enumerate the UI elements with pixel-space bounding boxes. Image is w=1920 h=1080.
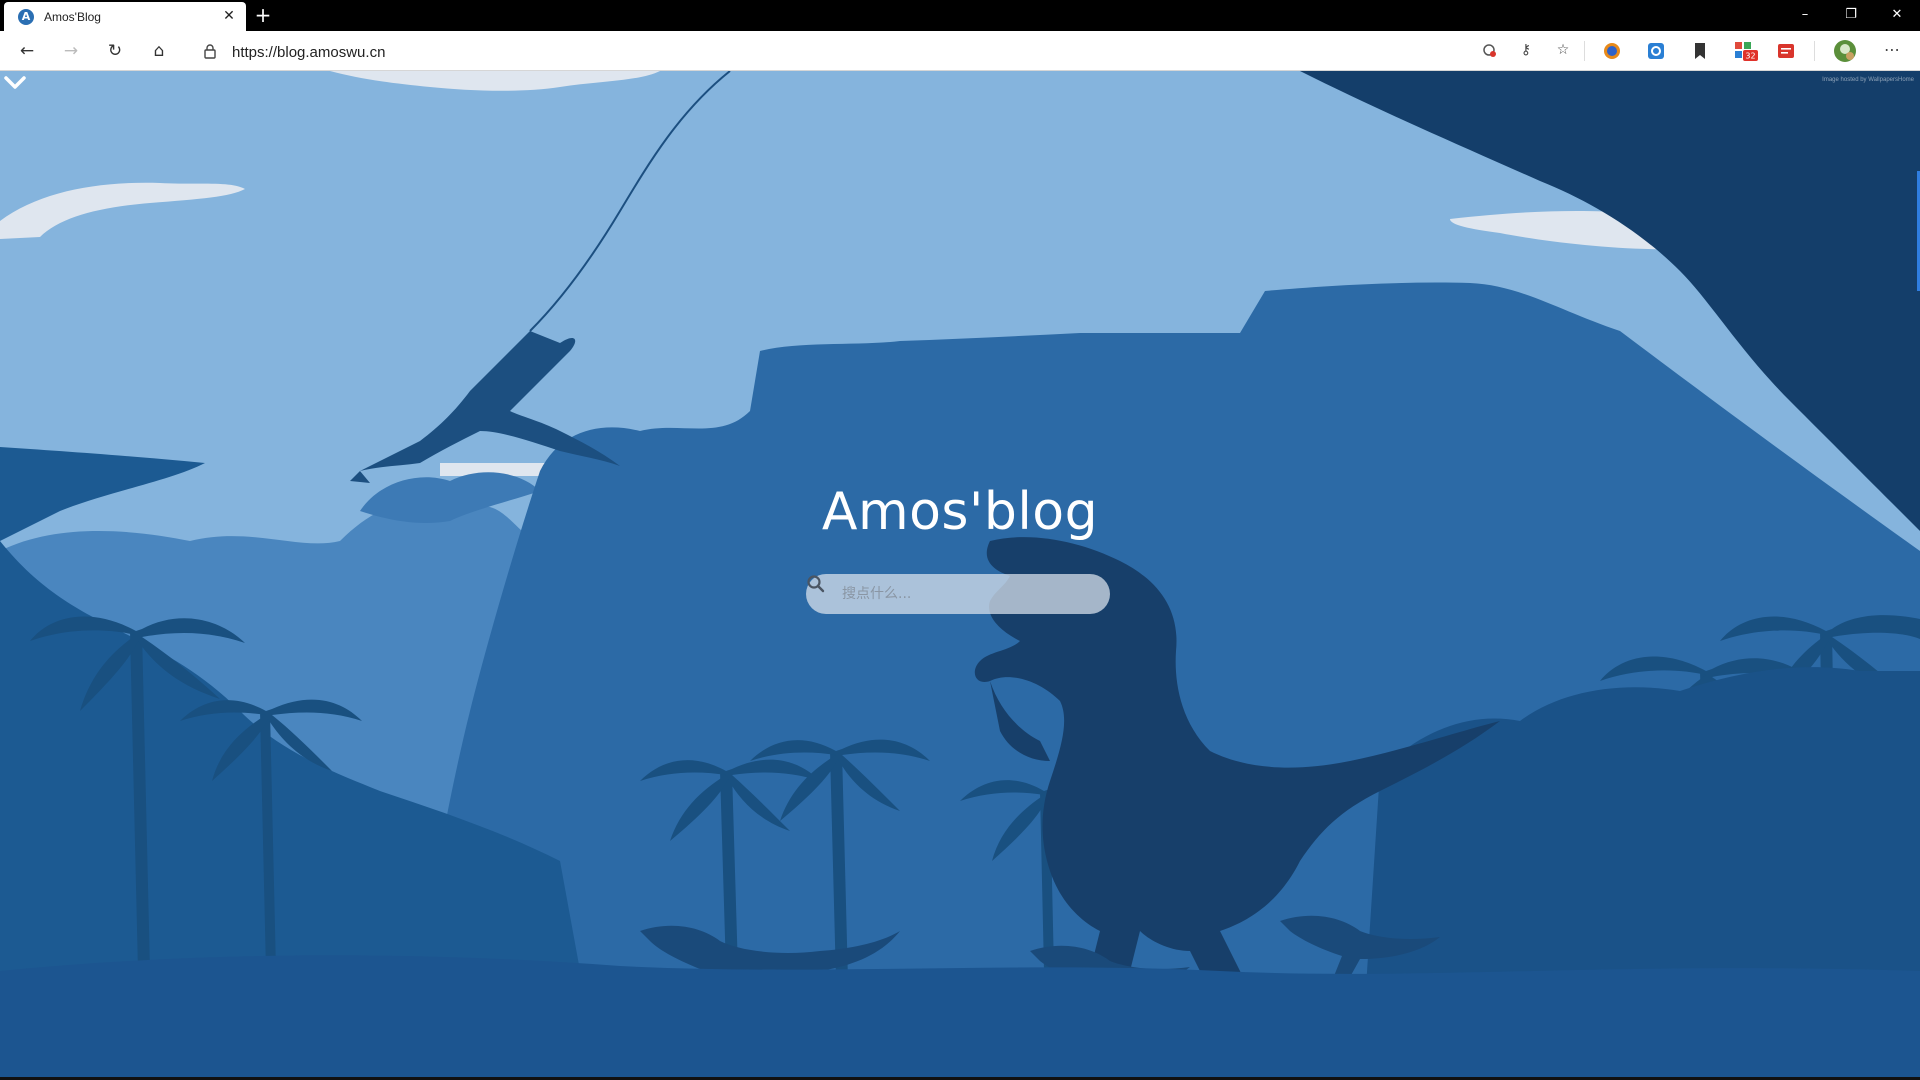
close-tab-icon[interactable]: ✕ xyxy=(220,7,238,25)
ground xyxy=(0,955,1920,1080)
home-icon[interactable]: ⌂ xyxy=(144,37,174,65)
extension-icon[interactable] xyxy=(1646,41,1666,61)
refresh-icon[interactable]: ↻ xyxy=(100,37,130,65)
browser-toolbar: ← → ↻ ⌂ https://blog.amoswu.cn ⚷ ☆ 32 ⋯ xyxy=(0,31,1920,71)
red-extension-icon[interactable] xyxy=(1776,41,1796,61)
key-icon[interactable]: ⚷ xyxy=(1516,40,1536,60)
site-favicon-icon: A xyxy=(18,9,34,25)
bookmark-icon[interactable] xyxy=(1690,41,1710,61)
url-text[interactable]: https://blog.amoswu.cn xyxy=(232,44,385,61)
favorite-star-icon[interactable]: ☆ xyxy=(1553,40,1573,60)
restore-button[interactable]: ❐ xyxy=(1828,0,1874,31)
chevron-down-icon[interactable] xyxy=(0,71,30,95)
page-title: Amos'blog xyxy=(821,482,1099,542)
window-controls: – ❐ ✕ xyxy=(1782,0,1920,31)
divider xyxy=(1814,41,1815,61)
badge-extension-icon[interactable]: 32 xyxy=(1734,41,1758,61)
new-tab-button[interactable]: + xyxy=(252,4,274,26)
search-box[interactable] xyxy=(806,574,1110,614)
image-credit: Image hosted by WallpapersHome xyxy=(1822,77,1914,83)
search-input[interactable] xyxy=(842,574,1102,614)
tracking-icon[interactable] xyxy=(1480,41,1500,61)
lock-icon xyxy=(204,44,216,59)
close-window-button[interactable]: ✕ xyxy=(1874,0,1920,31)
forward-icon[interactable]: → xyxy=(56,37,86,65)
title-bar: A Amos'Blog ✕ + – ❐ ✕ xyxy=(0,0,1920,31)
tab-title: Amos'Blog xyxy=(44,10,101,24)
profile-avatar[interactable] xyxy=(1833,39,1857,63)
extension-icon[interactable] xyxy=(1602,41,1622,61)
minimize-button[interactable]: – xyxy=(1782,0,1828,31)
more-menu-icon[interactable]: ⋯ xyxy=(1882,40,1902,60)
extension-badge-count: 32 xyxy=(1745,52,1755,61)
search-icon xyxy=(807,575,825,593)
address-bar[interactable]: https://blog.amoswu.cn xyxy=(190,36,1580,66)
divider xyxy=(1584,41,1585,61)
blog-hero-page: Image hosted by WallpapersHome Amos'blog xyxy=(0,71,1920,1080)
back-icon[interactable]: ← xyxy=(12,37,42,65)
active-tab[interactable]: A Amos'Blog ✕ xyxy=(4,2,246,31)
